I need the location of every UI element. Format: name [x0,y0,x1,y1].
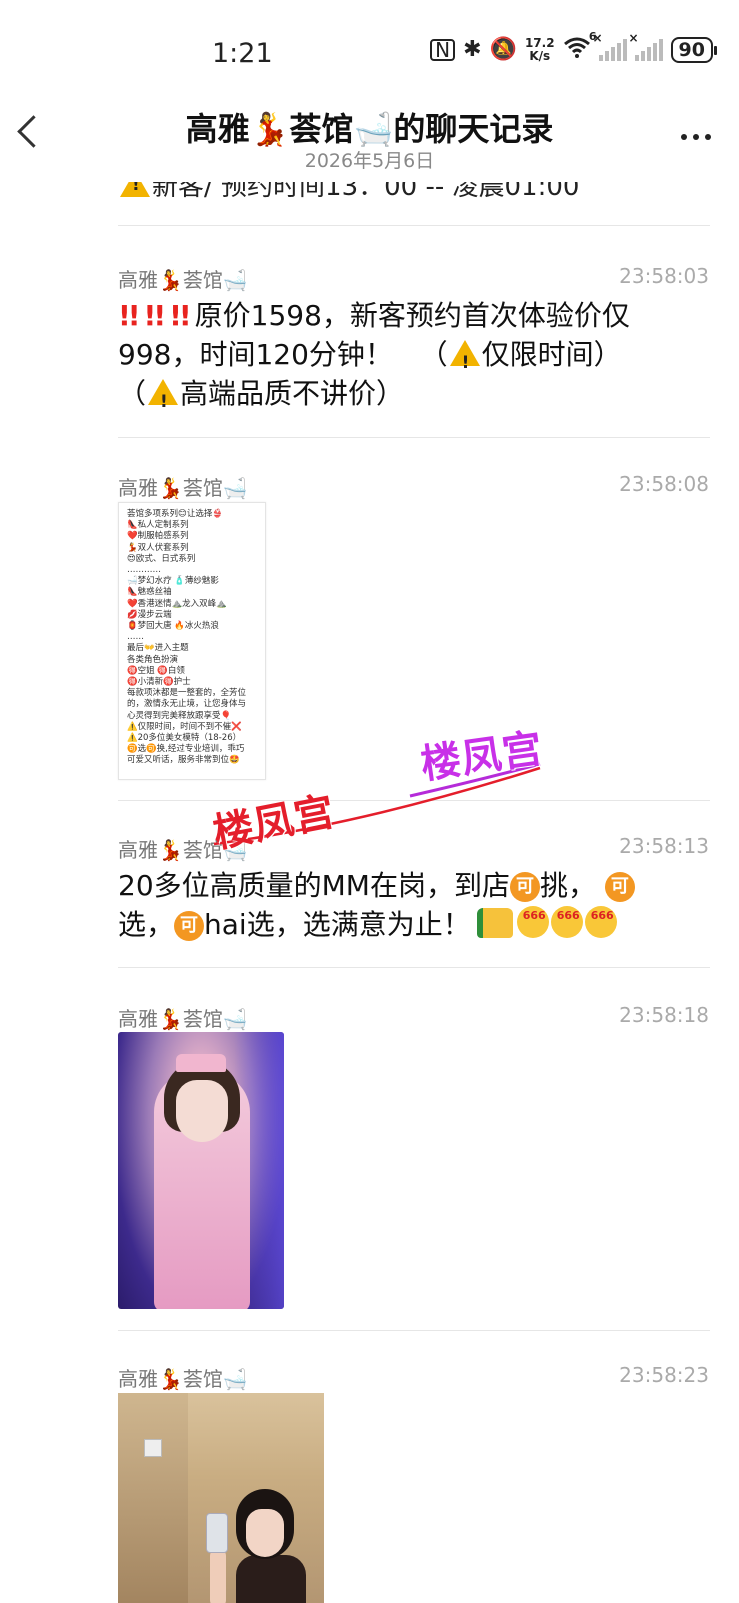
double-exclamation-icon: !! [118,299,140,332]
message-time: 23:58:23 [619,1363,709,1387]
sender-name: 高雅💃荟馆🛁 [118,1367,248,1391]
photo-image[interactable] [118,1032,284,1309]
more-options-icon[interactable] [681,134,711,140]
message-time: 23:58:18 [619,1003,709,1027]
photo-image[interactable] [118,1393,324,1603]
menu-line: 荟馆多项系列😊让选择👙 [127,509,223,519]
divider [118,1330,710,1331]
menu-line: 🏮梦回大唐 🔥冰火热浪 [127,621,219,632]
sender-name: 高雅💃荟馆🛁 [118,476,248,500]
battery-indicator: 90 [670,36,718,63]
warning-icon [449,340,480,383]
menu-line: 各类角色扮演 [127,654,179,665]
666-face-icon [550,896,583,938]
menu-line: 每款项沐都是一整套的，全芳位 [127,688,247,699]
ke-badge-icon: 可 [174,911,205,941]
sender-name: 高雅💃荟馆🛁 [118,1007,248,1031]
double-exclamation-icon: !! [169,299,191,332]
menu-line: …… [127,632,144,643]
network-speed: 17.2 K/s [524,35,555,63]
message-time: 23:58:13 [619,834,709,858]
service-menu-image[interactable]: 荟馆多项系列😊让选择👙 👠私人定制系列 ❤️制服帕感系列 💃双人伏套系列 😍欧式、日式系… [118,502,266,780]
bluetooth-icon: ✱ [463,37,482,62]
message-text[interactable]: 20多位高质量的MM在岗，到店可挑， 可选，可 hai选，选满意为止！ [118,866,708,944]
thumbs-up-icon [476,908,513,938]
menu-line: 💋漫步云端 [127,609,172,620]
message-time: 23:58:08 [619,472,709,496]
menu-line: 最后👐进入主题 [127,643,189,654]
double-exclamation-icon: !! [143,299,166,332]
status-bar: 1:21 N ✱ 🔕 17.2 K/s 6 × × 90 [0,0,739,90]
menu-line: 🉐空姐 🉐白领 [127,665,185,676]
menu-line: ………… [127,565,161,576]
666-face-icon [584,896,617,938]
menu-line: ⚠️仅限时间，时间不到不催❌ [127,721,242,732]
menu-line: 👠私人定制系列 [127,520,189,531]
chat-history-header: 高雅💃荟馆🛁的聊天记录 2026年5月6日 [0,90,739,182]
nfc-icon: N [430,38,456,61]
message-text[interactable]: !!!!!!原价1598，新客预约首次体验价仅998，时间120分钟！ （仅限时… [118,296,708,422]
clock: 1:21 [212,38,273,69]
signal-sim2-icon: × [629,31,663,61]
menu-line: 心灵得到完美释放跟享受🎈 [127,710,232,721]
message-time: 23:58:03 [619,264,709,288]
sender-name: 高雅💃荟馆🛁 [118,268,248,292]
wifi-icon: 6 [563,30,597,63]
666-face-icon [516,896,549,938]
menu-line: 😍欧式、日式系列 [127,553,196,564]
net-speed-unit: K/s [529,48,551,63]
page-date: 2026年5月6日 [304,150,435,172]
divider [118,225,710,226]
menu-line: 🉐小清新🉐护士 [127,677,191,688]
menu-line: ❤️制服帕感系列 [127,531,189,542]
status-icons: N ✱ 🔕 17.2 K/s 6 × × 90 [430,30,718,63]
menu-line: 💃双人伏套系列 [127,542,189,553]
warning-icon [148,379,179,422]
mute-bell-icon: 🔕 [489,37,517,62]
menu-line: 的，激情永无止境，让您身体与 [127,699,247,710]
signal-sim1-icon: × [593,31,627,61]
divider [118,967,710,968]
menu-line: ❤️香港迷情⛰️龙入双峰⛰️ [127,598,227,609]
net-speed-value: 17.2 [524,35,555,50]
menu-line: 👠魅惑丝袖 [127,587,172,598]
divider [118,437,710,438]
menu-line: 🛁梦幻水疗 🧴薄纱魅影 [127,576,219,587]
page-title: 高雅💃荟馆🛁的聊天记录 [185,110,554,148]
